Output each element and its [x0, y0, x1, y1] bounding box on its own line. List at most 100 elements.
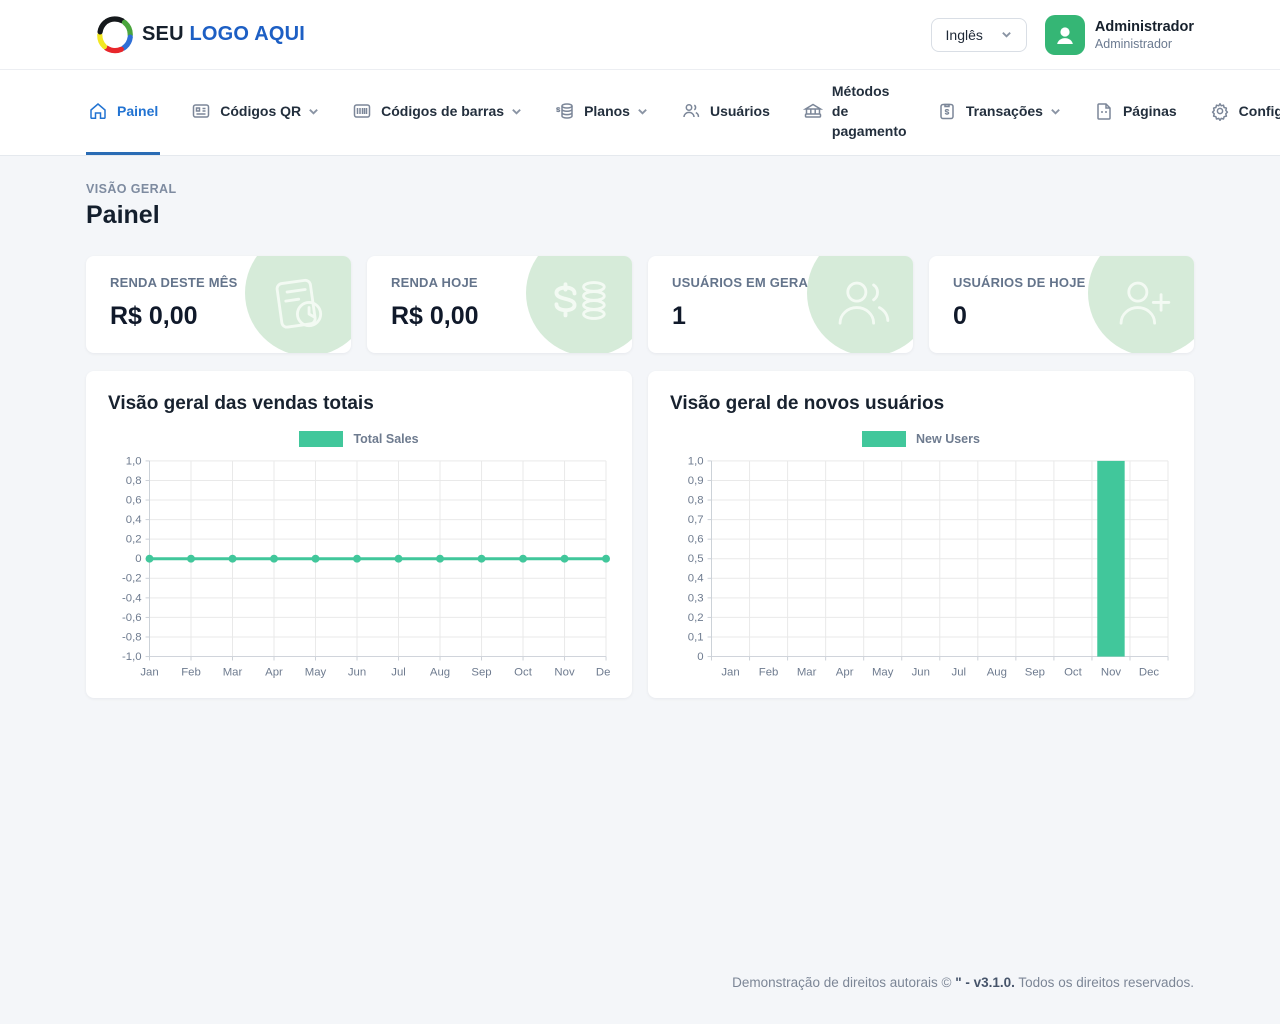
svg-text:Sep: Sep	[471, 666, 491, 678]
nav-label: Páginas	[1123, 103, 1177, 119]
nav-item-configuracoes[interactable]: Configurações	[1208, 70, 1280, 155]
svg-text:Jul: Jul	[952, 666, 967, 678]
page-title: Painel	[86, 201, 1194, 230]
footer: Demonstração de direitos autorais © " - …	[86, 975, 1194, 1024]
language-value: Inglês	[946, 27, 983, 43]
person-icon	[1053, 23, 1077, 47]
svg-text:Feb: Feb	[181, 666, 201, 678]
stat-decoration	[245, 256, 351, 353]
legend-swatch	[299, 431, 343, 447]
bank-icon	[803, 101, 823, 121]
svg-text:May: May	[872, 666, 894, 678]
svg-text:Oct: Oct	[514, 666, 533, 678]
qr-code-icon	[191, 101, 211, 121]
stat-card-renda-hoje: RENDA HOJE R$ 0,00	[367, 256, 632, 353]
stat-decoration	[526, 256, 632, 353]
main-nav: Painel Códigos QR Códigos de barras Plan…	[0, 70, 1280, 156]
svg-text:-0,8: -0,8	[122, 631, 142, 643]
user-plus-icon	[1112, 274, 1174, 336]
svg-text:Jan: Jan	[721, 666, 739, 678]
chart-legend[interactable]: New Users	[670, 431, 1172, 447]
stat-cards-row: RENDA DESTE MÊS R$ 0,00 RENDA HOJE R$ 0,…	[86, 256, 1194, 353]
chart-legend[interactable]: Total Sales	[108, 431, 610, 447]
logo-text-black: SEU	[142, 23, 184, 45]
svg-text:0,4: 0,4	[126, 514, 142, 526]
nav-item-codigos-qr[interactable]: Códigos QR	[189, 70, 321, 155]
main-content: VISÃO GERAL Painel RENDA DESTE MÊS R$ 0,…	[0, 156, 1280, 1024]
chevron-down-icon	[308, 106, 319, 117]
chart-title: Visão geral das vendas totais	[108, 393, 610, 415]
svg-text:0: 0	[697, 651, 703, 663]
svg-text:Oct: Oct	[1064, 666, 1083, 678]
svg-text:0,6: 0,6	[126, 494, 142, 506]
nav-label: Transações	[966, 103, 1043, 119]
svg-text:Nov: Nov	[554, 666, 575, 678]
invoice-clock-icon	[269, 274, 331, 336]
svg-text:0,5: 0,5	[688, 553, 704, 565]
svg-text:Jun: Jun	[912, 666, 930, 678]
svg-text:Mar: Mar	[223, 666, 243, 678]
svg-text:-1,0: -1,0	[122, 651, 142, 663]
svg-text:0,9: 0,9	[688, 475, 704, 487]
plans-coins-icon	[555, 101, 575, 121]
charts-row: Visão geral das vendas totais Total Sale…	[86, 371, 1194, 698]
svg-text:0,4: 0,4	[688, 573, 704, 585]
app-header: SEU LOGO AQUI Inglês Administrador Admin…	[0, 0, 1280, 70]
legend-label: Total Sales	[353, 432, 418, 446]
nav-item-codigos-de-barras[interactable]: Códigos de barras	[350, 70, 524, 155]
svg-text:0,8: 0,8	[688, 494, 704, 506]
transactions-icon	[937, 101, 957, 121]
stat-decoration	[807, 256, 913, 353]
nav-label: Usuários	[710, 103, 770, 119]
chevron-down-icon	[1001, 29, 1012, 40]
nav-item-transacoes[interactable]: Transações	[935, 70, 1063, 155]
nav-label: Planos	[584, 103, 630, 119]
stat-card-renda-deste-mes: RENDA DESTE MÊS R$ 0,00	[86, 256, 351, 353]
new-users-bar-chart: 1,00,90,80,70,60,50,40,30,20,10JanFebMar…	[670, 453, 1172, 686]
nav-label: Configurações	[1239, 103, 1280, 119]
gear-icon	[1210, 101, 1230, 121]
svg-text:0,3: 0,3	[688, 592, 704, 604]
nav-item-planos[interactable]: Planos	[553, 70, 650, 155]
svg-text:Sep: Sep	[1025, 666, 1045, 678]
svg-text:0,8: 0,8	[126, 475, 142, 487]
pages-icon	[1094, 101, 1114, 121]
svg-text:1,0: 1,0	[126, 455, 142, 467]
svg-text:Aug: Aug	[430, 666, 450, 678]
nav-item-metodos-de-pagamento[interactable]: Métodos de pagamento	[801, 70, 906, 155]
language-selector[interactable]: Inglês	[931, 18, 1027, 52]
svg-text:May: May	[305, 666, 327, 678]
nav-item-paginas[interactable]: Páginas	[1092, 70, 1179, 155]
logo-text: SEU LOGO AQUI	[142, 23, 305, 46]
logo[interactable]: SEU LOGO AQUI	[94, 14, 305, 56]
new-users-chart-card: Visão geral de novos usuários New Users …	[648, 371, 1194, 698]
users-icon	[831, 274, 893, 336]
svg-text:0,6: 0,6	[688, 534, 704, 546]
stat-decoration	[1088, 256, 1194, 353]
footer-text: Todos os direitos reservados.	[1015, 975, 1194, 990]
svg-text:Jul: Jul	[391, 666, 406, 678]
svg-text:1,0: 1,0	[688, 455, 704, 467]
svg-text:Apr: Apr	[265, 666, 283, 678]
avatar	[1045, 15, 1085, 55]
user-menu[interactable]: Administrador Administrador	[1045, 15, 1194, 55]
svg-text:Dec: Dec	[1139, 666, 1160, 678]
logo-text-blue: LOGO AQUI	[190, 23, 306, 45]
nav-label: Códigos de barras	[381, 103, 504, 119]
chevron-down-icon	[511, 106, 522, 117]
svg-text:0: 0	[135, 553, 141, 565]
stat-card-usuarios-de-hoje: USUÁRIOS DE HOJE 0	[929, 256, 1194, 353]
svg-text:Mar: Mar	[797, 666, 817, 678]
svg-text:0,7: 0,7	[688, 514, 704, 526]
nav-label: Painel	[117, 103, 158, 119]
nav-item-painel[interactable]: Painel	[86, 70, 160, 155]
footer-version: " - v3.1.0.	[955, 975, 1015, 990]
user-role: Administrador	[1095, 37, 1194, 51]
svg-text:0,2: 0,2	[688, 612, 704, 624]
chart-title: Visão geral de novos usuários	[670, 393, 1172, 415]
svg-text:Dec: Dec	[596, 666, 610, 678]
legend-label: New Users	[916, 432, 980, 446]
footer-text: Demonstração de direitos autorais ©	[732, 975, 955, 990]
svg-text:Jun: Jun	[348, 666, 366, 678]
nav-item-usuarios[interactable]: Usuários	[679, 70, 772, 155]
